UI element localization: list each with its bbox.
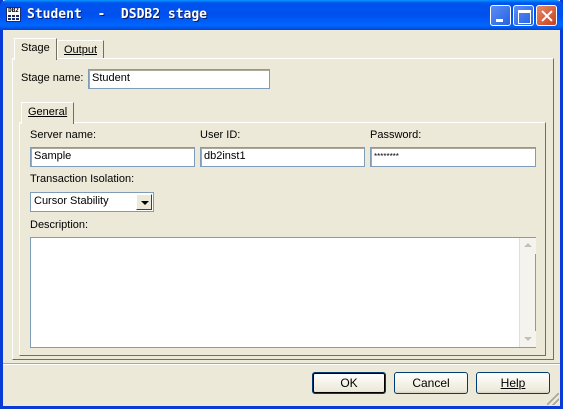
title-bar[interactable]: DB2 Student - DSDB2 stage [0, 0, 563, 30]
app-icon-label: DB2 [8, 7, 19, 14]
server-name-label: Server name: [30, 129, 97, 141]
tab-stage-label: Stage [21, 42, 50, 54]
password-input[interactable]: ******** [370, 147, 536, 167]
scroll-up-icon[interactable] [520, 238, 536, 254]
server-name-input[interactable]: Sample [30, 147, 195, 167]
password-label: Password: [370, 129, 422, 141]
tab-general[interactable]: General [21, 102, 75, 124]
tab-general-label: General [28, 106, 68, 118]
transaction-isolation-value: Cursor Stability [34, 195, 109, 207]
minimize-button[interactable] [490, 5, 511, 26]
description-label: Description: [30, 219, 89, 231]
ok-button-label: OK [340, 376, 358, 390]
tab-stage[interactable]: Stage [14, 38, 57, 60]
db2-app-icon[interactable]: DB2 [6, 7, 21, 22]
grid-icon [8, 15, 19, 21]
cancel-button-label: Cancel [412, 376, 450, 390]
tab-output-label: Output [64, 44, 98, 56]
tab-output[interactable]: Output [57, 40, 105, 60]
general-panel: Server name: Sample User ID: db2inst1 Pa… [19, 122, 546, 356]
close-button[interactable] [536, 5, 557, 26]
resize-grip-icon[interactable] [547, 393, 559, 405]
user-id-label: User ID: [200, 129, 241, 141]
chevron-down-icon[interactable] [136, 194, 152, 210]
user-id-input[interactable]: db2inst1 [200, 147, 365, 167]
ok-button[interactable]: OK [312, 372, 386, 394]
cancel-button[interactable]: Cancel [394, 372, 468, 394]
description-textarea[interactable] [30, 237, 536, 348]
transaction-isolation-label: Transaction Isolation: [30, 173, 135, 185]
stage-name-input[interactable]: Student [88, 69, 270, 89]
transaction-isolation-select[interactable]: Cursor Stability [30, 192, 154, 212]
maximize-button[interactable] [513, 5, 534, 26]
scroll-down-icon[interactable] [520, 331, 536, 347]
description-scrollbar[interactable] [519, 238, 536, 347]
dialog-window: DB2 Student - DSDB2 stage Stage Output S… [0, 0, 563, 409]
footer-separator [3, 363, 560, 365]
stage-panel: Stage name: Student General Server name:… [12, 58, 554, 360]
help-button-label: Help [500, 376, 526, 390]
stage-name-label: Stage name: [21, 72, 84, 84]
help-button[interactable]: Help [476, 372, 550, 394]
window-title: Student - DSDB2 stage [27, 7, 208, 22]
